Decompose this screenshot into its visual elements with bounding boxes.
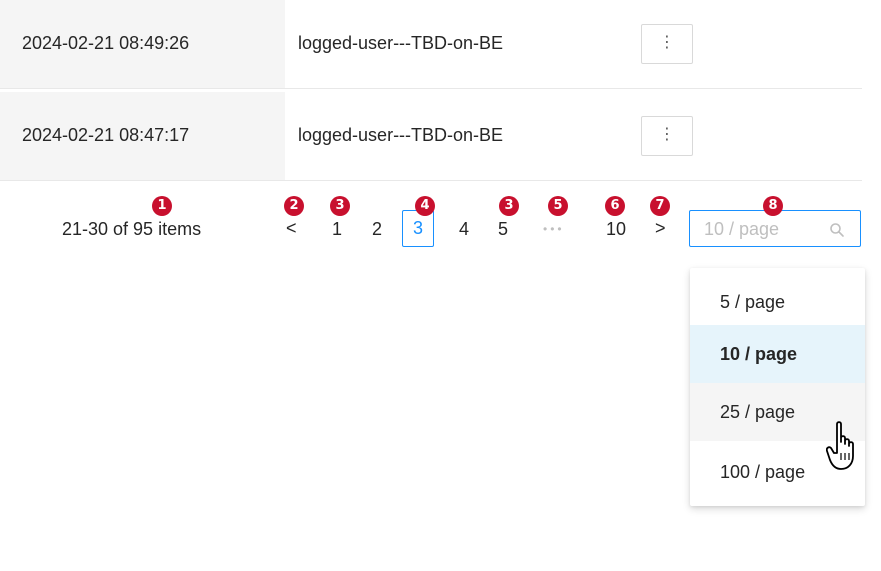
annotation-badge: 4	[415, 196, 435, 216]
table-row: 2024-02-21 08:49:26 logged-user---TBD-on…	[0, 0, 862, 89]
row-user: logged-user---TBD-on-BE	[298, 125, 504, 145]
page-size-placeholder: 10 / page	[704, 219, 780, 239]
page-10[interactable]: 10	[606, 219, 626, 240]
page-4[interactable]: 4	[459, 219, 469, 240]
hand-pointer-cursor-icon	[826, 421, 854, 470]
jump-next-ellipsis[interactable]: •••	[543, 222, 565, 236]
pagination-total: 21-30 of 95 items	[62, 219, 202, 239]
page-size-option-selected[interactable]: 10 / page	[690, 325, 865, 383]
table-row: 2024-02-21 08:47:17 logged-user---TBD-on…	[0, 92, 862, 181]
annotation-badge: 7	[650, 196, 670, 216]
chevron-left-icon[interactable]: <	[286, 218, 297, 239]
row-date: 2024-02-21 08:47:17	[22, 125, 190, 145]
more-actions-button[interactable]: ⋮	[641, 24, 693, 64]
page-3-active[interactable]: 3	[402, 210, 434, 247]
annotation-badge: 1	[152, 196, 172, 216]
annotation-badge: 3	[499, 196, 519, 216]
more-vertical-icon: ⋮	[659, 126, 675, 143]
chevron-right-icon[interactable]: >	[655, 218, 666, 239]
page-1[interactable]: 1	[332, 219, 342, 240]
search-icon	[830, 223, 844, 237]
row-date: 2024-02-21 08:49:26	[22, 33, 190, 53]
annotation-badge: 8	[763, 196, 783, 216]
page-5[interactable]: 5	[498, 219, 508, 240]
annotation-badge: 3	[330, 196, 350, 216]
annotation-badge: 5	[548, 196, 568, 216]
page-2[interactable]: 2	[372, 219, 382, 240]
more-vertical-icon: ⋮	[659, 34, 675, 51]
page-size-option[interactable]: 5 / page	[690, 273, 865, 331]
annotation-badge: 2	[284, 196, 304, 216]
annotation-badge: 6	[605, 196, 625, 216]
more-actions-button[interactable]: ⋮	[641, 116, 693, 156]
row-user: logged-user---TBD-on-BE	[298, 33, 504, 53]
